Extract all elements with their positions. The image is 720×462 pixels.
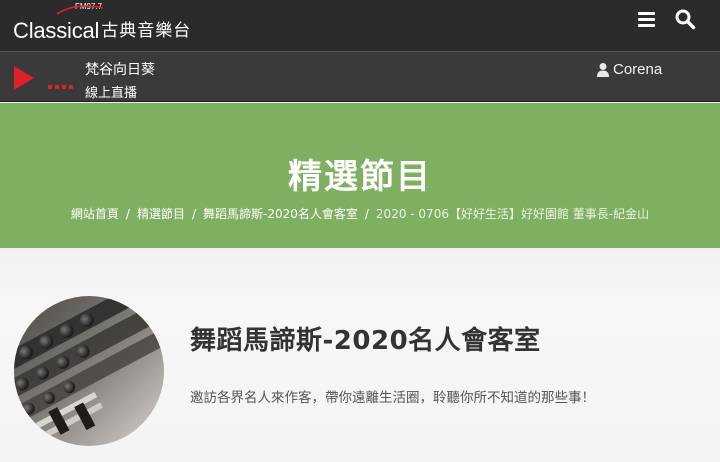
site-logo[interactable]: Classical FM97.7 古典音樂台 bbox=[13, 2, 192, 46]
program-thumbnail bbox=[14, 296, 164, 446]
breadcrumb-separator: / bbox=[191, 207, 196, 221]
play-icon[interactable] bbox=[13, 65, 35, 91]
top-navigation-bar: Classical FM97.7 古典音樂台 bbox=[0, 0, 720, 51]
program-description: 邀訪各界名人來作客，帶你遠離生活圈，聆聽你所不知道的那些事！ bbox=[190, 390, 595, 406]
program-title: 舞蹈馬諦斯-2020名人會客室 bbox=[190, 326, 541, 356]
user-icon bbox=[597, 62, 609, 77]
breadcrumb-featured[interactable]: 精選節目 bbox=[137, 207, 185, 221]
breadcrumb: 網站首頁 / 精選節目 / 舞蹈馬諦斯-2020名人會客室 / 2020 - 0706【好好… bbox=[0, 205, 720, 222]
user-account-link[interactable]: Corena bbox=[596, 61, 662, 78]
page-title: 精選節目 bbox=[288, 157, 432, 197]
breadcrumb-home[interactable]: 網站首頁 bbox=[71, 207, 119, 221]
mixing-console-image bbox=[14, 296, 164, 446]
page-header-banner: 精選節目 網站首頁 / 精選節目 / 舞蹈馬諦斯-2020名人會客室 / 2020 - 07… bbox=[0, 103, 720, 248]
breadcrumb-separator: / bbox=[125, 207, 130, 221]
hamburger-menu-icon[interactable] bbox=[636, 9, 658, 29]
search-icon[interactable] bbox=[673, 7, 697, 31]
breadcrumb-separator: / bbox=[364, 207, 369, 221]
user-name: Corena bbox=[613, 61, 663, 78]
live-broadcast-label: 線上直播 bbox=[85, 86, 138, 101]
program-content: 舞蹈馬諦斯-2020名人會客室 邀訪各界名人來作客，帶你遠離生活圈，聆聽你所不知… bbox=[0, 248, 720, 462]
logo-swoosh-icon bbox=[56, 5, 104, 15]
logo-classical-text: Classical bbox=[13, 18, 100, 43]
breadcrumb-current: 2020 - 0706【好好生活】好好園館 董事長-紀金山 bbox=[375, 207, 650, 221]
audio-level-indicator bbox=[48, 85, 73, 89]
breadcrumb-program[interactable]: 舞蹈馬諦斯-2020名人會客室 bbox=[203, 207, 358, 221]
now-playing-title[interactable]: 梵谷向日葵 bbox=[85, 59, 155, 79]
live-player-bar: 梵谷向日葵 線上直播 Corena bbox=[0, 51, 720, 102]
logo-chinese-name: 古典音樂台 bbox=[101, 21, 192, 41]
